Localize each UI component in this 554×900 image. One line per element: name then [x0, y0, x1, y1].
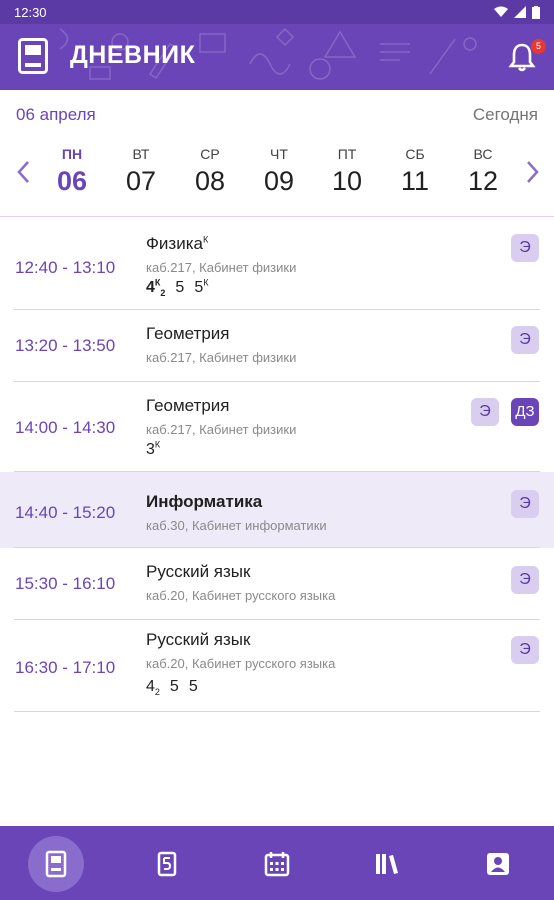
- grade[interactable]: 3К: [146, 440, 160, 458]
- week-strip: ПН 06 ВТ 07 СР 08 ЧТ 09 ПТ 10 СБ 11 ВС 12: [0, 136, 554, 212]
- day-пт[interactable]: ПТ 10: [317, 136, 377, 197]
- electronic-tag[interactable]: Э: [511, 326, 539, 354]
- electronic-tag[interactable]: Э: [511, 636, 539, 664]
- chevron-right-icon[interactable]: [522, 158, 542, 186]
- weekday-label: ВС: [473, 146, 493, 162]
- day-вт[interactable]: ВТ 07: [111, 136, 171, 197]
- lesson-time: 16:30 - 17:10: [15, 658, 116, 677]
- lesson-subject: Русский язык: [146, 630, 250, 650]
- day-пн[interactable]: ПН 06: [42, 136, 102, 197]
- day-number: 12: [467, 166, 499, 196]
- nav-item-marks[interactable]: [139, 836, 195, 892]
- schedule-icon: [264, 852, 290, 877]
- status-time: 12:30: [14, 4, 47, 20]
- electronic-tag[interactable]: Э: [511, 566, 539, 594]
- today-button[interactable]: Сегодня: [473, 105, 538, 125]
- day-number: 09: [263, 166, 295, 196]
- selected-date: 06 апреля: [16, 105, 96, 124]
- lesson-row[interactable]: 12:40 - 13:10 ФизикаК каб.217, Кабинет физ…: [0, 220, 554, 310]
- grade[interactable]: 5: [189, 678, 198, 695]
- day-number: 06: [56, 166, 88, 196]
- weekday-label: СР: [200, 146, 220, 162]
- subject-name: Информатика: [146, 492, 263, 511]
- electronic-tag[interactable]: Э: [511, 234, 539, 262]
- library-icon: [376, 854, 398, 874]
- lesson-room: каб.30, Кабинет информатики: [146, 518, 327, 533]
- lesson-time: 15:30 - 16:10: [15, 574, 116, 593]
- lesson-row[interactable]: 16:30 - 17:10 Русский язык каб.20, Кабинет…: [0, 620, 554, 712]
- grade[interactable]: 42: [146, 678, 160, 697]
- lesson-subject: Геометрия: [146, 324, 230, 344]
- day-сб[interactable]: СБ 11: [385, 136, 445, 197]
- day-ср[interactable]: СР 08: [180, 136, 240, 197]
- lesson-grades: 4К2 5 5К: [146, 278, 218, 299]
- day-вс[interactable]: ВС 12: [453, 136, 513, 197]
- app-title: ДНЕВНИК: [70, 41, 196, 69]
- homework-tag[interactable]: ДЗ: [511, 398, 539, 426]
- day-number: 11: [400, 166, 430, 196]
- lesson-room: каб.217, Кабинет физики: [146, 260, 297, 275]
- nav-item-library[interactable]: [359, 836, 415, 892]
- day-number: 07: [125, 166, 157, 196]
- app-bar: ДНЕВНИК 5: [0, 24, 554, 90]
- wifi-icon: [494, 6, 508, 17]
- diary-icon: [45, 850, 67, 878]
- weekday-label: ВТ: [132, 146, 150, 162]
- marks-icon: [157, 851, 177, 877]
- subject-name: Геометрия: [146, 396, 230, 415]
- subject-name: Геометрия: [146, 324, 230, 343]
- lesson-subject: Информатика: [146, 492, 262, 512]
- signal-icon: [514, 6, 526, 18]
- lesson-grades: 3К: [146, 440, 170, 459]
- status-bar: 12:30: [0, 0, 554, 24]
- row-divider: [14, 711, 540, 712]
- profile-icon: [487, 853, 509, 875]
- weekday-label: ПТ: [337, 146, 357, 162]
- subject-mark: К: [202, 234, 209, 245]
- lesson-room: каб.20, Кабинет русского языка: [146, 588, 336, 603]
- lesson-time: 14:40 - 15:20: [15, 503, 116, 522]
- lesson-subject: ФизикаК: [146, 234, 208, 254]
- weekday-label: ЧТ: [270, 146, 288, 162]
- lesson-time: 12:40 - 13:10: [15, 258, 116, 277]
- day-number: 08: [194, 166, 226, 196]
- lesson-row[interactable]: 15:30 - 16:10 Русский язык каб.20, Кабинет…: [0, 548, 554, 620]
- nav-item-schedule[interactable]: [249, 836, 305, 892]
- grade[interactable]: 5: [170, 678, 179, 695]
- chevron-left-icon[interactable]: [14, 158, 34, 186]
- lesson-room: каб.20, Кабинет русского языка: [146, 656, 336, 671]
- subject-name: Русский язык: [146, 630, 251, 649]
- lesson-subject: Геометрия: [146, 396, 230, 416]
- electronic-tag[interactable]: Э: [511, 490, 539, 518]
- grade[interactable]: 5: [175, 279, 184, 296]
- diary-logo-icon: [18, 38, 48, 74]
- nav-item-profile[interactable]: [470, 836, 526, 892]
- date-bar: 06 апреля Сегодня: [0, 90, 554, 136]
- subject-name: Русский язык: [146, 562, 251, 581]
- lesson-grades: 42 5 5: [146, 678, 208, 697]
- lesson-time: 14:00 - 14:30: [15, 418, 116, 437]
- day-чт[interactable]: ЧТ 09: [249, 136, 309, 197]
- lesson-row[interactable]: 13:20 - 13:50 Геометрия каб.217, Кабинет ф…: [0, 310, 554, 382]
- grade[interactable]: 4К2: [146, 278, 165, 299]
- lesson-subject: Русский язык: [146, 562, 250, 582]
- nav-item-diary[interactable]: [28, 836, 84, 892]
- lesson-row[interactable]: 14:00 - 14:30 Геометрия каб.217, Кабинет ф…: [0, 382, 554, 472]
- weekday-label: СБ: [405, 146, 425, 162]
- bottom-navigation: [0, 826, 554, 900]
- subject-name: Физика: [146, 234, 203, 253]
- lesson-room: каб.217, Кабинет физики: [146, 350, 297, 365]
- notification-badge: 5: [531, 39, 546, 54]
- battery-icon: [532, 5, 540, 19]
- weekday-label: ПН: [61, 146, 83, 162]
- lesson-row[interactable]: 14:40 - 15:20 Информатика каб.30, Кабинет …: [0, 472, 554, 548]
- lesson-room: каб.217, Кабинет физики: [146, 422, 297, 437]
- day-number: 10: [331, 166, 363, 196]
- week-divider: [0, 216, 554, 217]
- grade[interactable]: 5К: [194, 278, 208, 296]
- electronic-tag[interactable]: Э: [471, 398, 499, 426]
- lesson-time: 13:20 - 13:50: [15, 336, 116, 355]
